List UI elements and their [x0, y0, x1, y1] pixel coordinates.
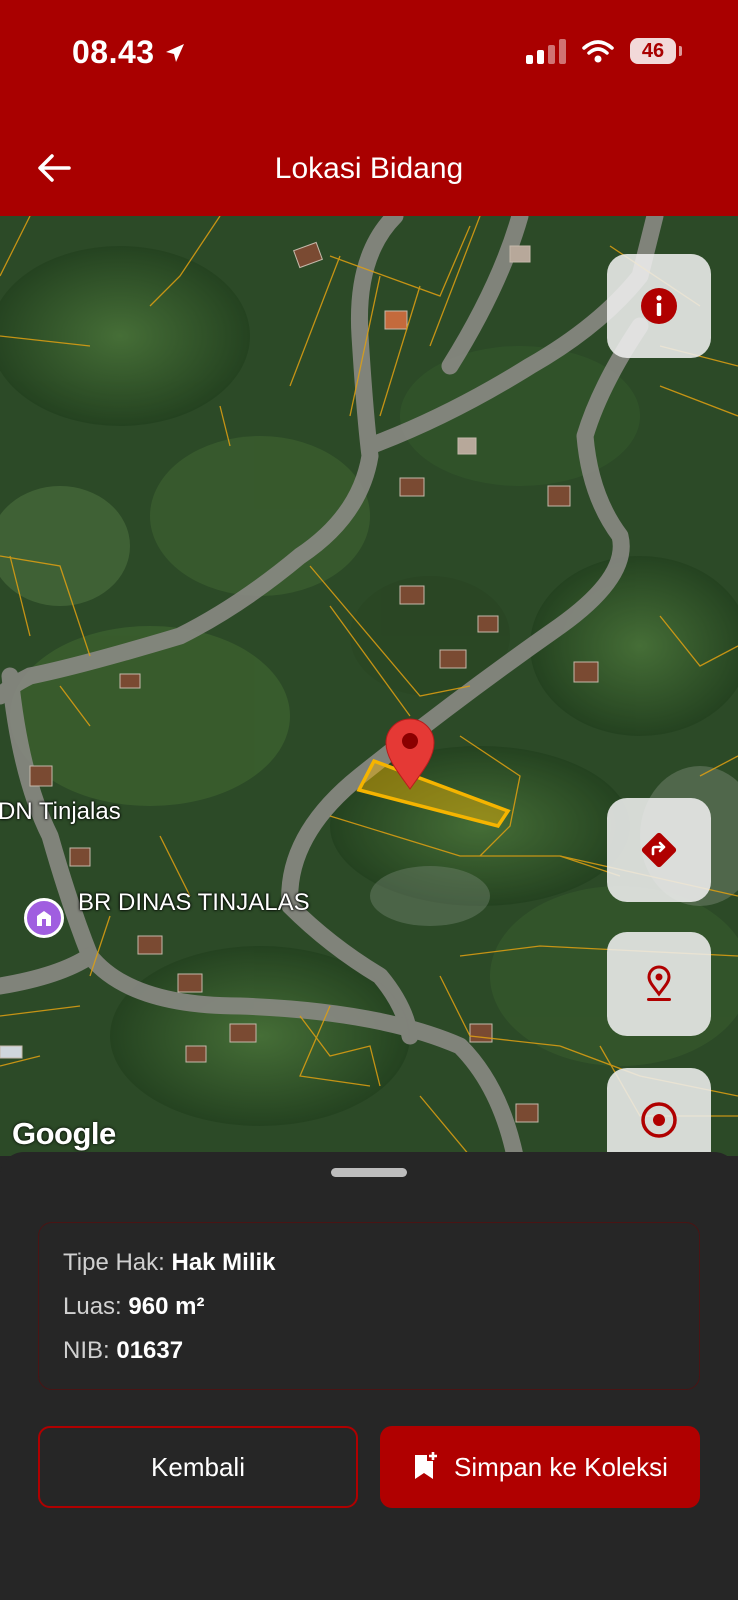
google-attribution: Google	[12, 1116, 116, 1151]
bottom-sheet: Tipe Hak: Hak Milik Luas: 960 m² NIB: 01…	[0, 1152, 738, 1600]
info-button[interactable]	[607, 254, 711, 358]
nib-value: 01637	[116, 1337, 184, 1364]
rights-type-row: Tipe Hak: Hak Milik	[63, 1249, 276, 1277]
my-location-icon	[641, 1102, 677, 1138]
location-arrow-icon	[165, 43, 184, 62]
directions-button[interactable]	[607, 798, 711, 902]
satellite-map[interactable]: DN Tinjalas BR DINAS TINJALAS Google	[0, 216, 738, 1156]
back-action-button[interactable]: Kembali	[38, 1426, 358, 1508]
save-to-collection-button[interactable]: Simpan ke Koleksi	[380, 1426, 700, 1508]
wifi-icon	[582, 40, 614, 63]
area-value: 960 m²	[128, 1293, 205, 1320]
app-header: 08.43 46 Lokasi Bidang	[0, 0, 738, 216]
area-label: Luas:	[63, 1293, 122, 1320]
area-row: Luas: 960 m²	[63, 1293, 204, 1321]
status-indicators: 46	[526, 38, 682, 64]
directions-icon	[641, 832, 677, 868]
map-label-place: DN Tinjalas	[0, 798, 121, 825]
cellular-signal-icon	[526, 38, 566, 64]
nib-label: NIB:	[63, 1337, 110, 1364]
back-action-label: Kembali	[151, 1451, 245, 1482]
location-pin-button[interactable]	[607, 932, 711, 1036]
info-icon	[641, 288, 677, 324]
nib-row: NIB: 01637	[63, 1337, 183, 1365]
status-time-text: 08.43	[72, 34, 155, 70]
save-to-collection-label: Simpan ke Koleksi	[454, 1451, 668, 1482]
my-location-button[interactable]	[607, 1068, 711, 1156]
battery-icon: 46	[630, 38, 682, 64]
rights-type-value: Hak Milik	[171, 1249, 276, 1276]
bookmark-add-icon	[415, 1452, 438, 1479]
battery-level: 46	[641, 39, 665, 62]
poi-building-icon[interactable]	[24, 898, 64, 938]
status-time: 08.43	[72, 34, 187, 71]
location-pin-icon	[647, 965, 671, 1001]
parcel-info-card: Tipe Hak: Hak Milik Luas: 960 m² NIB: 01…	[38, 1222, 700, 1390]
page-title: Lokasi Bidang	[274, 152, 464, 185]
rights-type-label: Tipe Hak:	[63, 1249, 165, 1276]
sheet-drag-handle[interactable]	[331, 1168, 407, 1177]
map-label-poi[interactable]: BR DINAS TINJALAS	[78, 889, 310, 917]
